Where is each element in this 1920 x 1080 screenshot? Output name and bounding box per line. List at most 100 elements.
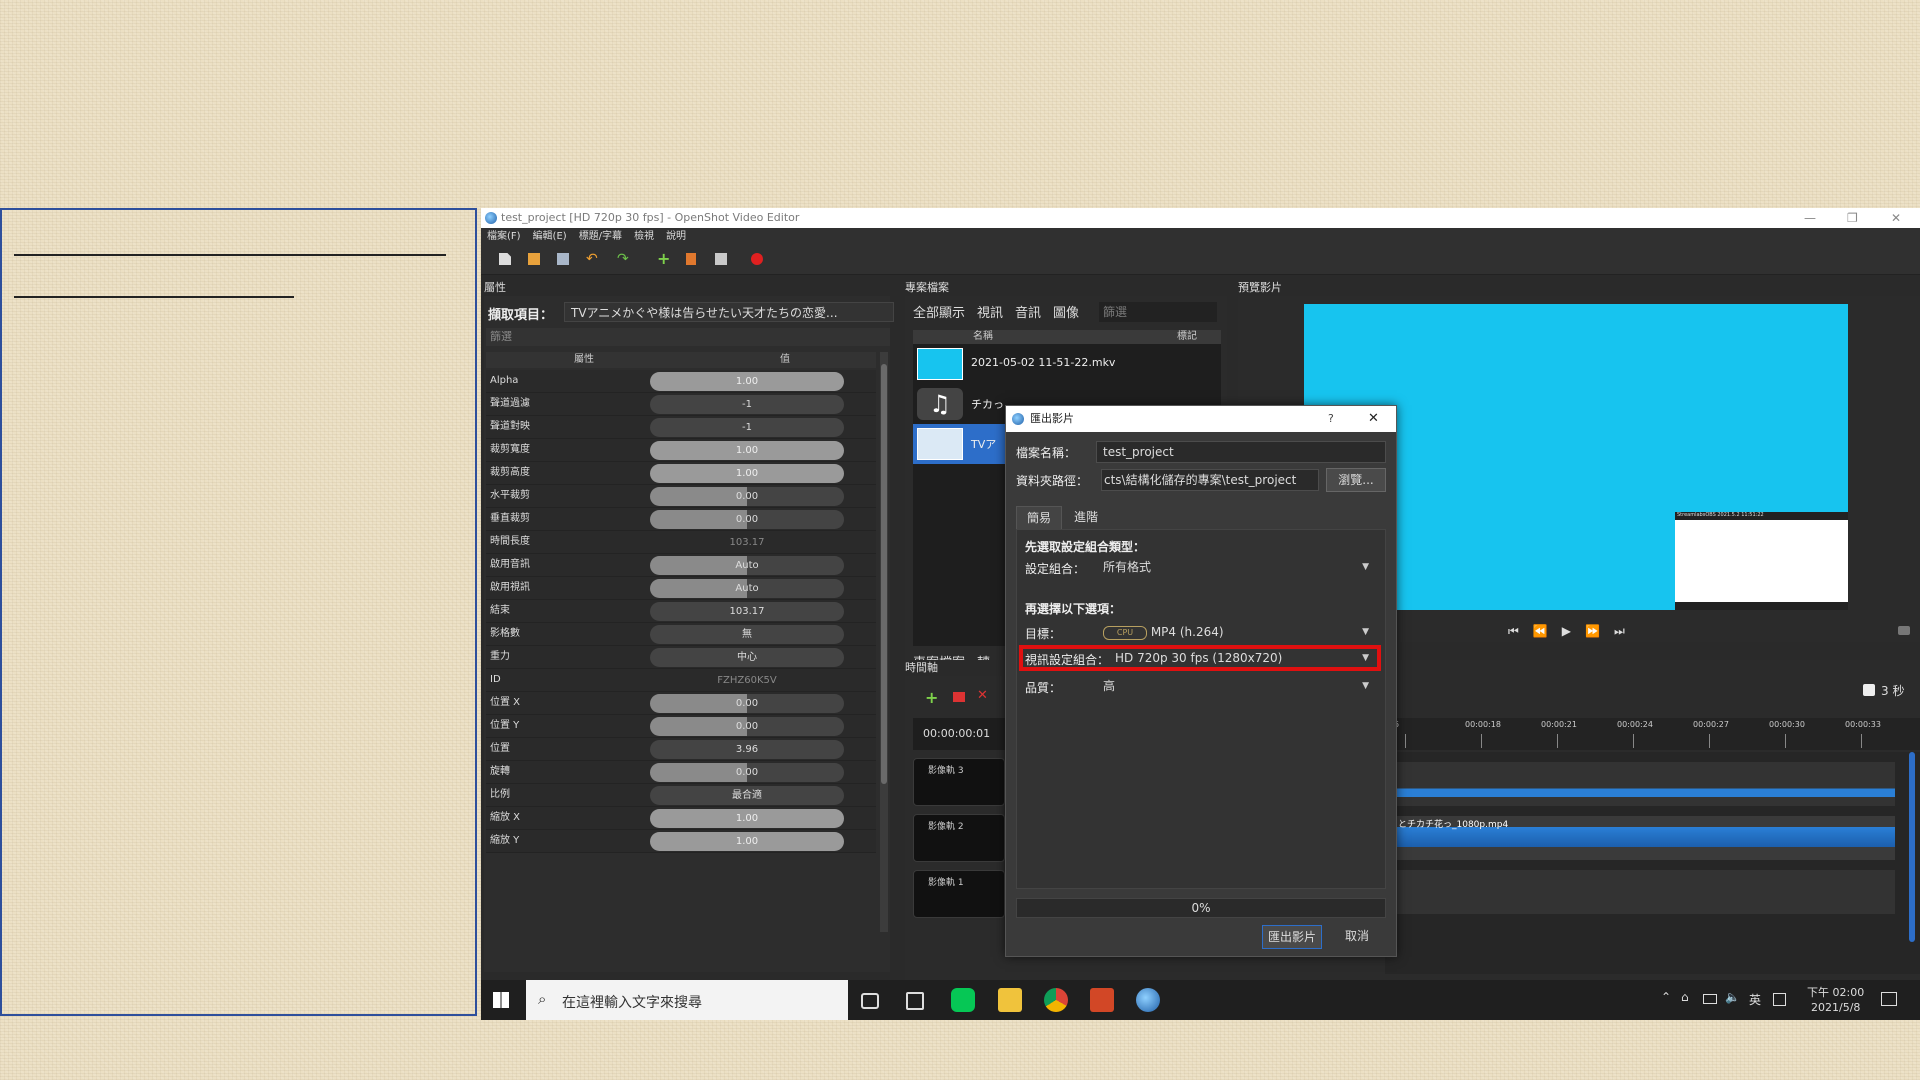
- property-value[interactable]: FZHZ60K5V: [650, 671, 844, 690]
- property-row[interactable]: Alpha 1.00: [486, 370, 876, 393]
- taskbar-search-box[interactable]: ⌕ 在這裡輸入文字來搜尋: [526, 980, 848, 1020]
- property-value[interactable]: 0.00: [650, 763, 844, 782]
- menu-file[interactable]: 檔案(F): [481, 228, 527, 246]
- target-combo[interactable]: CPU MP4 (h.264) ▼: [1103, 621, 1373, 643]
- clock-date[interactable]: 2021/5/8: [1811, 1001, 1860, 1014]
- jump-end-icon[interactable]: ⏭: [1614, 624, 1625, 638]
- property-row[interactable]: 裁剪寬度 1.00: [486, 439, 876, 462]
- jump-start-icon[interactable]: ⏮: [1508, 624, 1519, 638]
- property-row[interactable]: 啟用視訊 Auto: [486, 577, 876, 600]
- track-header[interactable]: 影像軌 1: [913, 870, 1005, 918]
- maximize-button[interactable]: ❐: [1847, 208, 1858, 228]
- save-icon[interactable]: [557, 253, 569, 265]
- task-view-icon[interactable]: [861, 993, 879, 1009]
- property-value[interactable]: 最合適: [650, 786, 844, 805]
- help-button[interactable]: ?: [1328, 406, 1334, 432]
- close-button[interactable]: ✕: [1891, 208, 1901, 228]
- property-row[interactable]: 垂直裁剪 0.00: [486, 508, 876, 531]
- dialog-close-button[interactable]: ✕: [1368, 406, 1379, 432]
- property-row[interactable]: ID FZHZ60K5V: [486, 669, 876, 692]
- file-item[interactable]: 2021-05-02 11-51-22.mkv: [913, 344, 1221, 384]
- property-value[interactable]: Auto: [650, 556, 844, 575]
- menu-help[interactable]: 說明: [660, 228, 692, 246]
- add-file-icon[interactable]: +: [657, 251, 670, 267]
- ime-icon[interactable]: [1773, 993, 1786, 1006]
- property-row[interactable]: 縮放 X 1.00: [486, 807, 876, 830]
- quality-combo[interactable]: 高 ▼: [1103, 675, 1373, 697]
- audio-waveform-track[interactable]: [1385, 762, 1895, 806]
- property-value[interactable]: 0.00: [650, 510, 844, 529]
- file-explorer-icon[interactable]: [998, 988, 1022, 1012]
- filename-input[interactable]: test_project: [1096, 441, 1386, 463]
- property-row[interactable]: 裁剪高度 1.00: [486, 462, 876, 485]
- property-value[interactable]: 0.00: [650, 694, 844, 713]
- openshot-taskbar-icon[interactable]: [1136, 988, 1160, 1012]
- selection-combo[interactable]: TVアニメかぐや様は告らせたい天才たちの恋愛...: [564, 302, 894, 322]
- properties-scrollbar[interactable]: [880, 352, 888, 932]
- empty-track[interactable]: [1385, 870, 1895, 914]
- property-row[interactable]: 縮放 Y 1.00: [486, 830, 876, 853]
- undo-icon[interactable]: ↶: [586, 252, 598, 266]
- camera-icon[interactable]: [1898, 626, 1910, 635]
- property-value[interactable]: 1.00: [650, 809, 844, 828]
- property-value[interactable]: 中心: [650, 648, 844, 667]
- tab-simple[interactable]: 簡易: [1016, 506, 1062, 530]
- tab-image[interactable]: 圖像: [1053, 306, 1079, 321]
- property-value[interactable]: 3.96: [650, 740, 844, 759]
- line-app-icon[interactable]: [951, 988, 975, 1012]
- property-value[interactable]: 103.17: [650, 533, 844, 552]
- property-value[interactable]: Auto: [650, 579, 844, 598]
- pen-workspace-icon[interactable]: [906, 992, 924, 1010]
- property-row[interactable]: 位置 X 0.00: [486, 692, 876, 715]
- add-track-icon[interactable]: +: [925, 688, 938, 707]
- property-value[interactable]: 1.00: [650, 832, 844, 851]
- tab-audio[interactable]: 音訊: [1015, 306, 1041, 321]
- windows-start-icon[interactable]: [493, 992, 509, 1008]
- track-header[interactable]: 影像軌 2: [913, 814, 1005, 862]
- clock-time[interactable]: 下午 02:00: [1807, 984, 1864, 1000]
- chrome-icon[interactable]: [1044, 988, 1068, 1012]
- preset-combo[interactable]: 所有格式 ▼: [1103, 556, 1373, 578]
- video-clip[interactable]: っとチカチ花っ_1080p.mp4: [1385, 816, 1895, 860]
- property-row[interactable]: 比例 最合適: [486, 784, 876, 807]
- tab-video[interactable]: 視訊: [977, 306, 1003, 321]
- property-row[interactable]: 水平裁剪 0.00: [486, 485, 876, 508]
- tab-show-all[interactable]: 全部顯示: [913, 306, 965, 321]
- browse-button[interactable]: 瀏覽...: [1326, 468, 1386, 492]
- timeline-vscroll[interactable]: [1909, 752, 1915, 942]
- property-value[interactable]: 1.00: [650, 441, 844, 460]
- fast-forward-icon[interactable]: ⏩: [1585, 624, 1600, 638]
- property-row[interactable]: 影格數 無: [486, 623, 876, 646]
- minimize-button[interactable]: —: [1804, 208, 1816, 228]
- property-row[interactable]: 位置 3.96: [486, 738, 876, 761]
- property-value[interactable]: -1: [650, 395, 844, 414]
- input-language[interactable]: 英: [1749, 991, 1761, 1008]
- property-row[interactable]: 啟用音訊 Auto: [486, 554, 876, 577]
- video-profile-combo[interactable]: HD 720p 30 fps (1280x720) ▼: [1115, 647, 1373, 669]
- notification-icon[interactable]: [1881, 992, 1897, 1006]
- property-value[interactable]: 0.00: [650, 717, 844, 736]
- play-icon[interactable]: ▶: [1562, 624, 1571, 638]
- property-value[interactable]: 0.00: [650, 487, 844, 506]
- new-file-icon[interactable]: [499, 253, 511, 265]
- tray-chevron-icon[interactable]: ⌃: [1661, 990, 1671, 1004]
- battery-icon[interactable]: [1703, 994, 1717, 1004]
- property-row[interactable]: 重力 中心: [486, 646, 876, 669]
- properties-filter-input[interactable]: 篩選: [486, 328, 890, 346]
- razor-icon[interactable]: ✕: [977, 688, 988, 703]
- property-row[interactable]: 位置 Y 0.00: [486, 715, 876, 738]
- menu-view[interactable]: 檢視: [628, 228, 660, 246]
- property-row[interactable]: 結束 103.17: [486, 600, 876, 623]
- zoom-checkbox[interactable]: [1863, 684, 1875, 696]
- property-row[interactable]: 聲道對映 -1: [486, 416, 876, 439]
- volume-icon[interactable]: 🔈: [1725, 990, 1740, 1004]
- folder-input[interactable]: cts\結構化儲存的專案\test_project: [1101, 469, 1319, 491]
- network-icon[interactable]: ⌂: [1681, 990, 1689, 1004]
- property-row[interactable]: 聲道過濾 -1: [486, 393, 876, 416]
- property-row[interactable]: 旋轉 0.00: [486, 761, 876, 784]
- menu-title[interactable]: 標題/字幕: [573, 228, 628, 246]
- export-settings-icon[interactable]: [686, 253, 696, 265]
- menu-edit[interactable]: 編輯(E): [527, 228, 573, 246]
- open-folder-icon[interactable]: [528, 253, 540, 265]
- record-icon[interactable]: [751, 253, 763, 265]
